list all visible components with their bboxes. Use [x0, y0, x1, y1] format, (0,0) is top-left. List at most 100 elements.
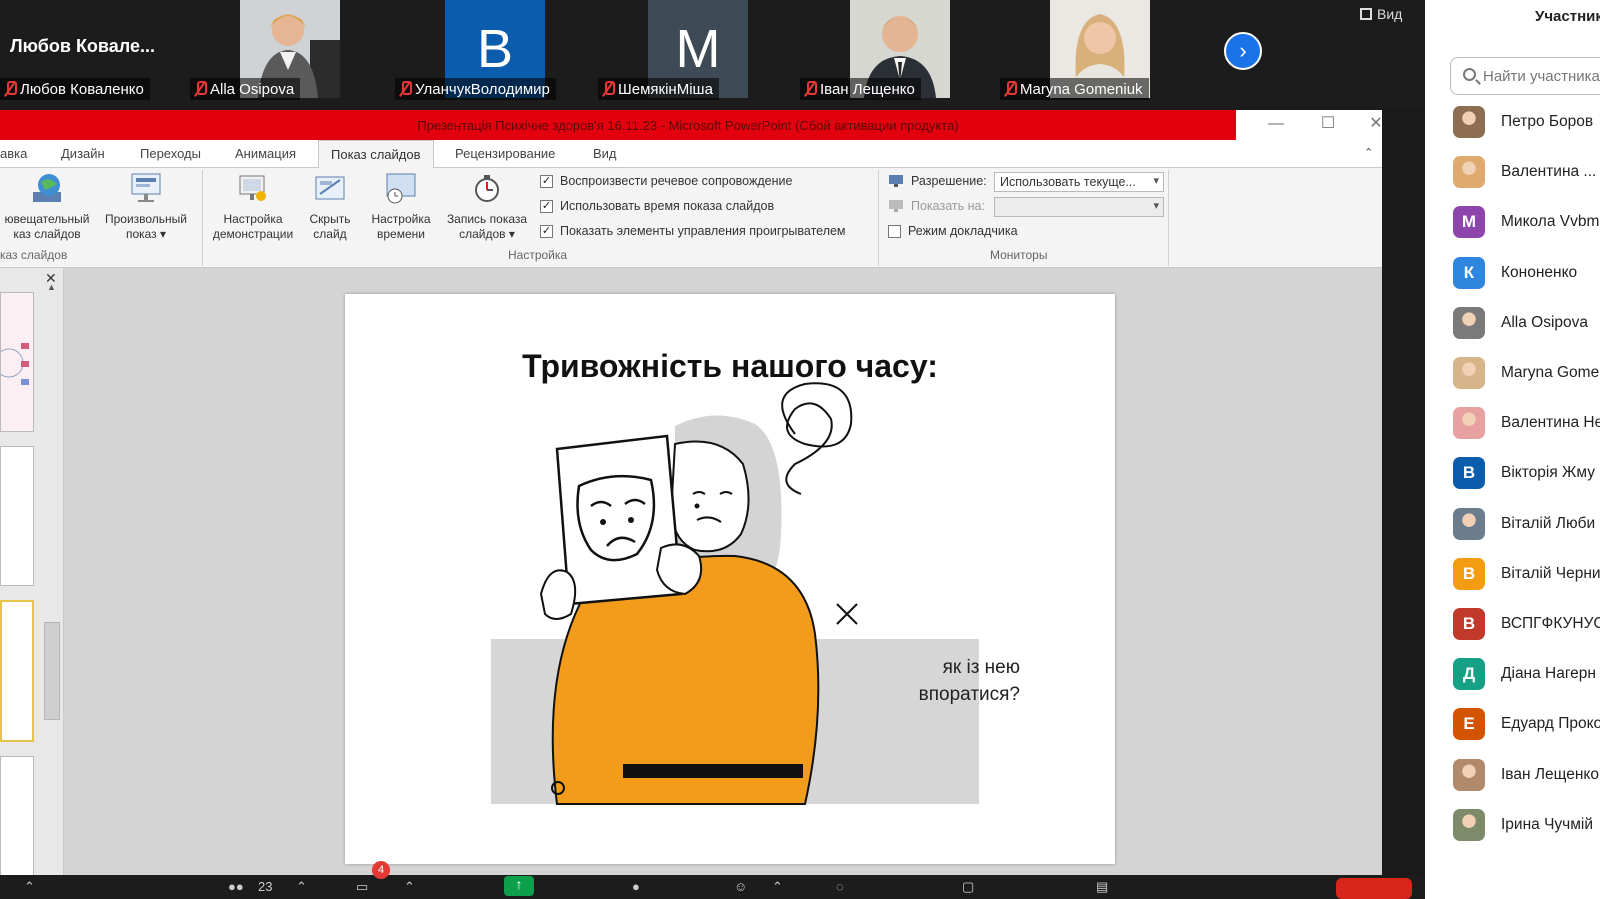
participants-icon[interactable]: ●● — [228, 879, 244, 894]
mic-muted-icon — [1004, 81, 1017, 97]
slide-thumbnail[interactable] — [0, 446, 34, 586]
video-tile-5[interactable]: Maryna Gomeniuk — [1000, 0, 1200, 106]
show-on-label: Показать на: — [888, 199, 985, 213]
checkbox-unchecked-icon — [888, 224, 901, 238]
video-strip: Любов Ковале... Любов Коваленко Alla Osi… — [0, 0, 1425, 108]
rehearse-timings-button[interactable]: Настройка времени — [366, 172, 436, 242]
video-tile-1[interactable]: Alla Osipova — [190, 0, 390, 106]
participant-list-item[interactable]: К Кононенко — [1453, 253, 1577, 293]
tab-transitions[interactable]: Переходы — [140, 146, 201, 161]
resolution-select[interactable]: Использовать текуще... — [994, 172, 1164, 192]
broadcast-slideshow-button[interactable]: ювещательный каз слайдов — [0, 172, 94, 242]
participant-list-item[interactable]: Ірина Чучмій — [1453, 805, 1593, 845]
share-screen-button[interactable]: ↑ — [504, 876, 534, 896]
avatar: М — [1453, 206, 1485, 239]
slide-thumbnail-panel: ✕ ▲ — [0, 268, 64, 876]
thumbnail-scrollbar[interactable]: ▲ — [44, 282, 60, 872]
tab-review[interactable]: Рецензирование — [455, 146, 555, 161]
monitor-icon — [889, 175, 903, 187]
slide-thumbnail[interactable] — [0, 292, 34, 432]
participant-name: Діана Нагерн — [1501, 665, 1596, 683]
chevron-up-icon[interactable]: ⌃ — [772, 879, 783, 895]
apps-icon[interactable]: ◌ — [836, 879, 844, 894]
participant-list-item[interactable]: М Микола Vvbm — [1453, 202, 1599, 242]
scroll-up-icon[interactable]: ▲ — [47, 282, 56, 292]
participant-list-item[interactable]: Іван Лещенко — [1453, 755, 1599, 795]
minimize-button[interactable]: — — [1266, 114, 1286, 134]
participants-count[interactable]: 23 — [258, 879, 272, 894]
show-on-select[interactable] — [994, 197, 1164, 217]
participant-list-item[interactable]: Alla Osipova — [1453, 303, 1588, 343]
meeting-toolbar: ⌃ ●● 23 ⌃ ▭ 4 ⌃ ↑ ● ☺ ⌃ ◌ ▢ ▤ — [0, 861, 1425, 899]
avatar — [1453, 357, 1485, 389]
window-title: Презентація Психічне здоров'я 16.11.23 -… — [0, 110, 1236, 140]
slide-thumbnail-selected[interactable] — [0, 600, 34, 742]
tile-namebar: Іван Лещенко — [800, 78, 921, 100]
video-tile-0[interactable]: Любов Ковале... Любов Коваленко — [0, 0, 200, 106]
ribbon-tabs: авка Дизайн Переходы Анимация Показ слай… — [0, 140, 1382, 169]
participant-list-item[interactable]: Валентина Не — [1453, 403, 1600, 443]
end-meeting-button[interactable] — [1336, 878, 1412, 899]
participant-list-item[interactable]: В Вікторія Жму — [1453, 453, 1595, 493]
tab-view[interactable]: Вид — [593, 146, 617, 161]
participant-list-item[interactable]: В Віталій Черни — [1453, 554, 1600, 594]
avatar — [1453, 507, 1485, 540]
media-controls-checkbox[interactable]: ✓ Показать элементы управления проигрыва… — [540, 224, 846, 238]
avatar — [1453, 808, 1485, 841]
record-slideshow-button[interactable]: Запись показа слайдов ▾ — [440, 172, 534, 242]
button-label: слайд — [313, 227, 347, 241]
checkbox-checked-icon: ✓ — [540, 174, 553, 188]
active-speaker-name: Любов Ковале... — [10, 36, 155, 56]
participant-search-input[interactable]: Найти участника — [1450, 57, 1600, 95]
avatar — [1453, 106, 1485, 138]
participant-list-item[interactable]: Віталій Люби — [1453, 504, 1595, 544]
reactions-icon[interactable]: ☺ — [734, 879, 747, 894]
participant-list-item[interactable]: Петро Боров — [1453, 102, 1593, 142]
avatar: Е — [1453, 708, 1485, 741]
participant-list-item[interactable]: Валентина ... — [1453, 152, 1596, 192]
participant-name: Віталій Черни — [1501, 564, 1600, 582]
video-tile-4[interactable]: Іван Лещенко — [800, 0, 1000, 106]
participant-name: Валентина Не — [1501, 414, 1600, 432]
participant-list-item[interactable]: Д Діана Нагерн — [1453, 654, 1596, 694]
video-tile-2[interactable]: B УланчукВолодимир — [395, 0, 595, 106]
button-label: Настройка — [223, 212, 283, 226]
custom-show-button[interactable]: Произвольный показ ▾ — [98, 172, 194, 242]
tab-slideshow[interactable]: Показ слайдов — [318, 140, 434, 169]
close-window-button[interactable]: ✕ — [1366, 114, 1386, 134]
button-label: Настройка — [371, 212, 431, 226]
tab-design[interactable]: Дизайн — [61, 146, 105, 161]
next-page-button[interactable]: › — [1224, 32, 1262, 70]
tile-namebar: УланчукВолодимир — [395, 78, 556, 100]
chat-icon[interactable]: ▭ — [356, 879, 368, 895]
narration-checkbox[interactable]: ✓ Воспроизвести речевое сопровождение — [540, 174, 792, 188]
participant-list-item[interactable]: Е Едуард Проко — [1453, 704, 1600, 744]
participant-list-item[interactable]: Maryna Gome — [1453, 353, 1599, 393]
participant-name: Микола Vvbm — [1501, 213, 1600, 231]
hide-slide-button[interactable]: Скрыть слайд — [302, 172, 358, 242]
view-button[interactable]: Вид — [1360, 6, 1402, 22]
ribbon-collapse-icon[interactable]: ⌃ — [1364, 146, 1373, 159]
slide-canvas[interactable]: Тривожність нашого часу: як із нею впора… — [345, 294, 1115, 864]
tab-animation[interactable]: Анимация — [235, 146, 296, 161]
video-tile-3[interactable]: M ШемякінМіша — [598, 0, 798, 106]
group-label-monitors: Мониторы — [990, 248, 1048, 262]
record-icon[interactable]: ● — [632, 879, 640, 894]
chevron-up-icon[interactable]: ⌃ — [296, 879, 307, 895]
participant-list-item[interactable]: В ВСПГФКУНУС — [1453, 604, 1600, 644]
whiteboard-icon[interactable]: ▢ — [962, 879, 974, 895]
tab-insert[interactable]: авка — [0, 146, 27, 161]
monitor-icon — [889, 200, 903, 212]
presenter-view-checkbox[interactable]: Режим докладчика — [888, 224, 1018, 238]
slide-thumbnail[interactable] — [0, 756, 34, 876]
setup-show-button[interactable]: Настройка демонстрации — [206, 172, 300, 242]
scrollbar-thumb[interactable] — [44, 622, 60, 720]
avatar: В — [1453, 608, 1485, 640]
maximize-button[interactable]: ☐ — [1318, 114, 1338, 134]
notes-icon[interactable]: ▤ — [1096, 879, 1108, 895]
button-label: демонстрации — [212, 227, 294, 241]
participants-panel: Участники Найти участника Петро Боров Вал… — [1425, 0, 1600, 899]
use-timings-checkbox[interactable]: ✓ Использовать время показа слайдов — [540, 199, 774, 213]
chevron-up-icon[interactable]: ⌃ — [24, 879, 35, 895]
chevron-up-icon[interactable]: ⌃ — [404, 879, 415, 895]
